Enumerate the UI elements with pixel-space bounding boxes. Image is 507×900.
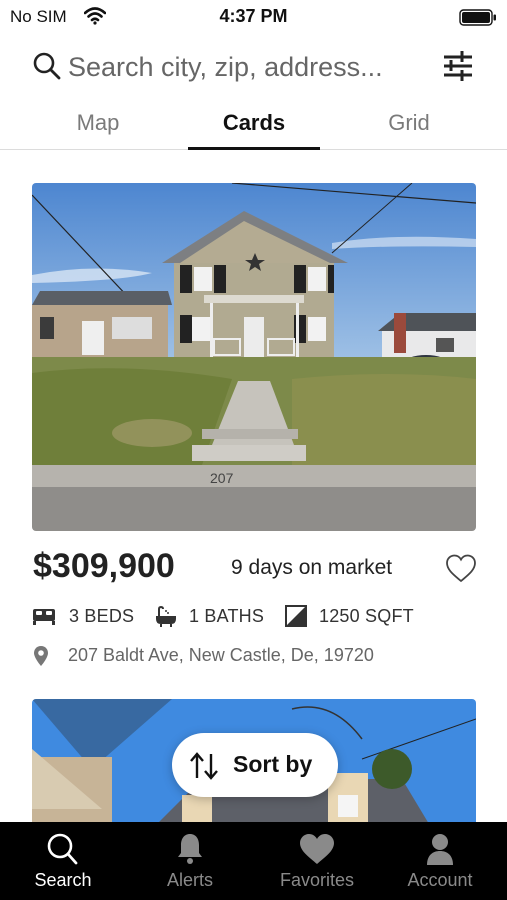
bed-icon (33, 609, 55, 625)
listing-photo[interactable]: 207 (32, 183, 476, 531)
bathtub-icon (156, 605, 176, 627)
sort-by-button[interactable]: Sort by (172, 733, 338, 797)
listing-facts: 3 BEDS 1 BATHS 1250 SQFT (32, 603, 482, 631)
nav-alerts-label: Alerts (166, 870, 213, 890)
bottom-nav: Search Alerts Favorites Account (0, 822, 507, 900)
status-time: 4:37 PM (219, 6, 288, 26)
tab-map[interactable]: Map (48, 110, 148, 150)
status-bar: No SIM 4:37 PM (0, 0, 507, 34)
square-footage-icon (285, 605, 307, 627)
favorite-heart-icon[interactable] (444, 552, 478, 586)
location-pin-icon (34, 646, 48, 666)
tab-grid[interactable]: Grid (359, 110, 459, 150)
sort-by-label: Sort by (233, 751, 313, 777)
search-icon (47, 833, 78, 865)
filter-sliders-icon[interactable] (440, 48, 476, 84)
nav-search[interactable]: Search (0, 822, 126, 900)
nav-search-label: Search (34, 870, 92, 890)
nav-account-label: Account (407, 870, 473, 890)
view-tabs: Map Cards Grid (0, 104, 507, 150)
nav-favorites[interactable]: Favorites (254, 822, 380, 900)
person-icon (427, 834, 453, 865)
days-on-market: 9 days on market (231, 556, 393, 579)
sort-arrows-icon (190, 752, 218, 780)
nav-alerts[interactable]: Alerts (127, 822, 253, 900)
listing-address: 207 Baldt Ave, New Castle, De, 19720 (68, 645, 374, 665)
curb-house-number: 207 (210, 470, 234, 486)
search-icon (33, 52, 61, 80)
beds-count: 3 BEDS (69, 606, 135, 626)
search-input[interactable] (68, 48, 428, 86)
search-bar (0, 44, 507, 90)
nav-favorites-label: Favorites (279, 870, 355, 890)
bell-icon (178, 834, 202, 864)
heart-icon (300, 834, 334, 864)
tab-cards[interactable]: Cards (188, 110, 320, 150)
listing-price: $309,900 (33, 547, 175, 585)
nav-account[interactable]: Account (377, 822, 503, 900)
baths-count: 1 BATHS (189, 606, 265, 626)
battery-icon (459, 9, 496, 26)
square-footage: 1250 SQFT (319, 606, 414, 626)
